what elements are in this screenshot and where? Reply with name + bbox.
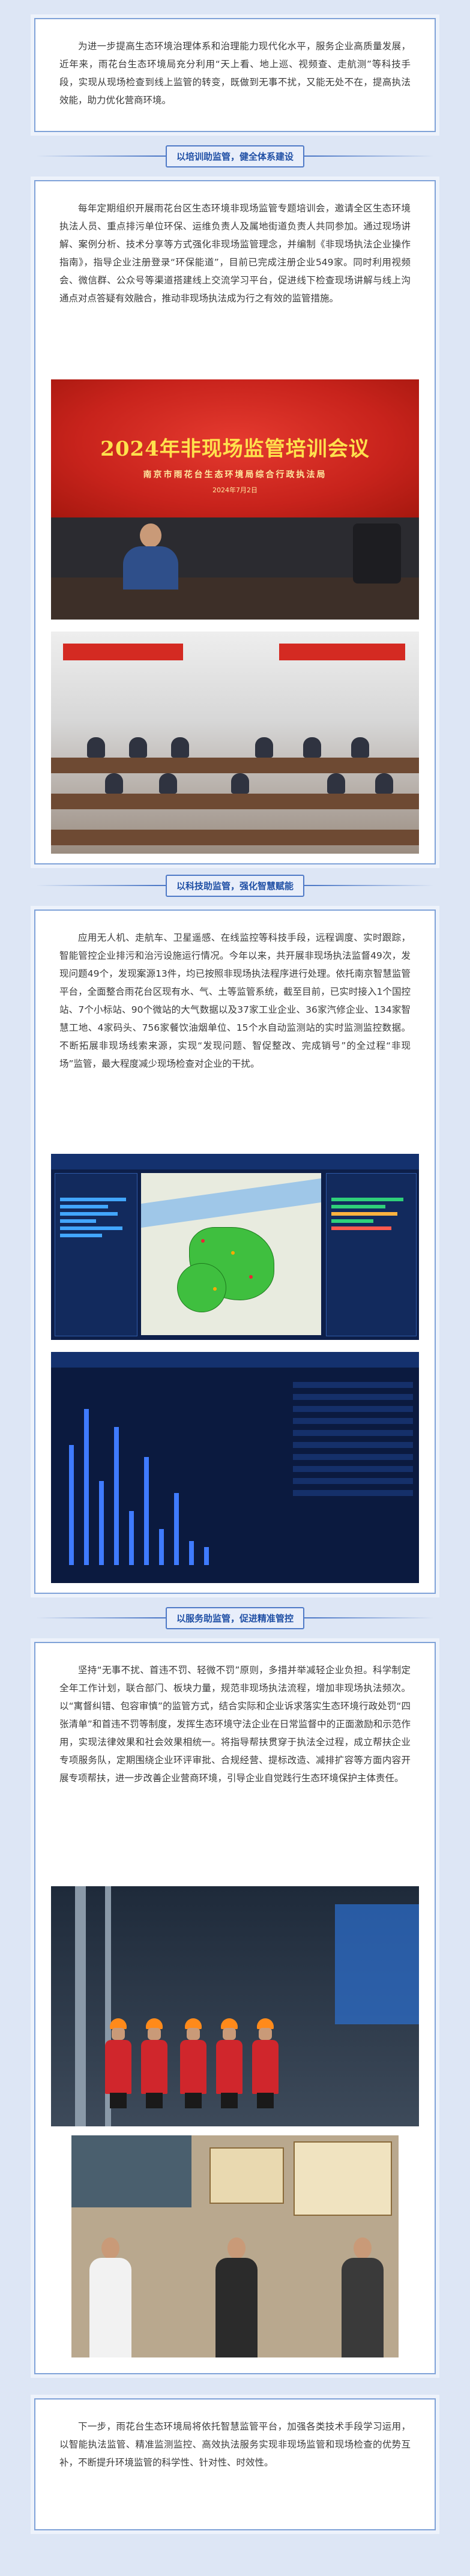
map-dashboard-screenshot <box>51 1154 419 1340</box>
closing-card: 下一步，雨花台生态环境局将依托智慧监管平台，加强各类技术手段学习运用，以智能执法… <box>34 2398 436 2530</box>
section-title: 以服务助监管，促进精准管控 <box>165 1606 304 1629</box>
training-card: 每年定期组织开展雨花台区生态环境非现场监管专题培训会，邀请全区生态环境执法人员、… <box>34 180 436 864</box>
section-title: 以科技助监管，强化智慧赋能 <box>165 874 304 897</box>
audience-wall-banner <box>63 644 183 660</box>
closing-paragraph: 下一步，雨花台生态环境局将依托智慧监管平台，加强各类技术手段学习运用，以智能执法… <box>59 2421 411 2468</box>
restaurant-visit-photo <box>71 2135 399 2357</box>
section-title: 以培训助监管，健全体系建设 <box>165 145 304 167</box>
service-paragraph: 坚持“无事不扰、首违不罚、轻微不罚”原则，多措并举减轻企业负担。科学制定全年工作… <box>59 1665 411 1784</box>
meeting-banner-date: 2024年7月2日 <box>212 486 258 494</box>
meeting-banner-title: 2024年非现场监管培训会议 <box>100 437 370 461</box>
section-heading-technology: 以科技助监管，强化智慧赋能 <box>0 873 470 897</box>
intro-paragraph: 为进一步提高生态环境治理体系和治理能力现代化水平，服务企业高质量发展，近年来，雨… <box>59 41 411 106</box>
training-paragraph: 每年定期组织开展雨花台区生态环境非现场监管专题培训会，邀请全区生态环境执法人员、… <box>59 203 411 304</box>
section-heading-service: 以服务助监管，促进精准管控 <box>0 1606 470 1630</box>
training-audience-photo <box>51 632 419 854</box>
training-meeting-photo: 2024年非现场监管培训会议 南京市雨花台生态环境局综合行政执法局 2024年7… <box>51 379 419 620</box>
technology-paragraph: 应用无人机、走航车、卫星遥感、在线监控等科技手段，远程调度、实时跟踪，智能管控企… <box>59 932 411 1069</box>
meeting-chair <box>353 523 401 584</box>
district-map <box>141 1173 321 1335</box>
audience-wall-banner <box>279 644 405 660</box>
inspection-photo <box>51 1886 419 2126</box>
meeting-banner-org: 南京市雨花台生态环境局综合行政执法局 <box>143 470 327 480</box>
technology-card: 应用无人机、走航车、卫星遥感、在线监控等科技手段，远程调度、实时跟踪，智能管控企… <box>34 909 436 1594</box>
meeting-speaker <box>123 523 178 590</box>
chart-dashboard-screenshot <box>51 1352 419 1583</box>
intro-card: 为进一步提高生态环境治理体系和治理能力现代化水平，服务企业高质量发展，近年来，雨… <box>34 18 436 132</box>
article-page: 为进一步提高生态环境治理体系和治理能力现代化水平，服务企业高质量发展，近年来，雨… <box>0 0 470 2576</box>
dashboard-topbar <box>51 1154 419 1169</box>
section-heading-training: 以培训助监管，健全体系建设 <box>0 144 470 168</box>
meeting-desk <box>51 578 419 620</box>
service-card: 坚持“无事不扰、首违不罚、轻微不罚”原则，多措并举减轻企业负担。科学制定全年工作… <box>34 1642 436 2374</box>
